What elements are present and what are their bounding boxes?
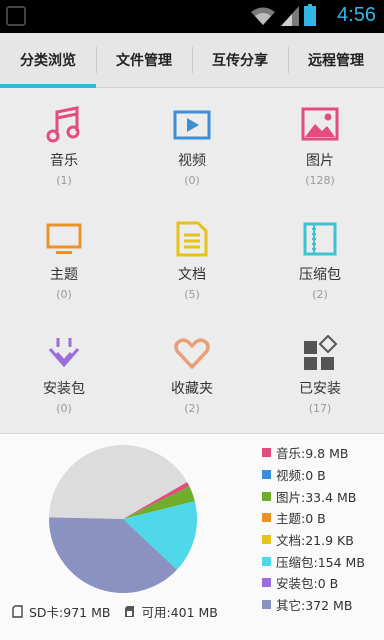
- legend-label: 压缩包:154 MB: [276, 554, 365, 570]
- category-install-package[interactable]: 安装包 (0): [0, 317, 128, 431]
- category-count: (17): [308, 402, 332, 415]
- heart-icon: [174, 338, 210, 369]
- category-count: (0): [184, 174, 200, 187]
- category-label: 主题: [50, 267, 78, 283]
- storage-free: 可用:401 MB: [141, 605, 218, 620]
- wifi-icon: [251, 7, 275, 25]
- legend-label: 其它:372 MB: [276, 598, 353, 614]
- category-label: 文档: [178, 267, 206, 283]
- category-installed-apps[interactable]: 已安装 (17): [256, 317, 384, 431]
- tab-file-manager[interactable]: 文件管理: [96, 33, 192, 87]
- legend-label: 图片:33.4 MB: [276, 489, 357, 505]
- category-grid: 音乐 (1) 视频 (0) 图片 (128) 主题 (0) 文档 (5) 压缩包…: [0, 89, 384, 431]
- monitor-icon: [46, 223, 82, 254]
- category-count: (1): [56, 174, 72, 187]
- video-icon: [173, 110, 211, 140]
- legend-label: 主题:0 B: [276, 511, 326, 527]
- storage-footer: SD卡:971 MB 可用:401 MB: [12, 602, 218, 621]
- category-favorites[interactable]: 收藏夹 (2): [128, 317, 256, 431]
- category-count: (0): [56, 288, 72, 301]
- legend-swatch: [262, 491, 271, 501]
- category-label: 压缩包: [299, 267, 341, 283]
- category-count: (2): [312, 288, 328, 301]
- category-label: 图片: [306, 153, 334, 169]
- sd-card-icon: [12, 605, 23, 618]
- tab-remote-manager[interactable]: 远程管理: [288, 33, 384, 87]
- legend-item: 视频:0 B: [262, 464, 365, 486]
- category-count: (2): [184, 402, 200, 415]
- tab-transfer-share[interactable]: 互传分享: [192, 33, 288, 87]
- document-icon: [176, 221, 208, 257]
- category-label: 收藏夹: [171, 381, 213, 397]
- category-music[interactable]: 音乐 (1): [0, 89, 128, 203]
- legend-swatch: [262, 535, 271, 545]
- tab-category-browse[interactable]: 分类浏览: [0, 33, 96, 88]
- legend-item: 安装包:0 B: [262, 572, 365, 594]
- music-note-icon: [46, 106, 80, 143]
- legend-swatch: [262, 448, 271, 458]
- storage-legend: 音乐:9.8 MB 视频:0 B 图片:33.4 MB 主题:0 B 文档:21…: [262, 442, 365, 616]
- status-time: 4:56: [337, 4, 376, 26]
- legend-swatch: [262, 556, 271, 566]
- battery-icon: [304, 4, 316, 26]
- storage-free-icon: [125, 606, 135, 617]
- category-picture[interactable]: 图片 (128): [256, 89, 384, 203]
- legend-label: 文档:21.9 KB: [276, 533, 354, 549]
- apps-grid-icon: [304, 335, 338, 370]
- category-video[interactable]: 视频 (0): [128, 89, 256, 203]
- category-count: (5): [184, 288, 200, 301]
- status-bar: 4:56: [0, 0, 384, 33]
- legend-item: 图片:33.4 MB: [262, 485, 365, 507]
- notification-icon: [6, 6, 26, 26]
- legend-item: 压缩包:154 MB: [262, 550, 365, 572]
- storage-panel: 音乐:9.8 MB 视频:0 B 图片:33.4 MB 主题:0 B 文档:21…: [0, 433, 384, 640]
- category-label: 视频: [178, 153, 206, 169]
- cell-signal-icon: [281, 6, 299, 26]
- category-archive[interactable]: 压缩包 (2): [256, 203, 384, 317]
- legend-item: 主题:0 B: [262, 507, 365, 529]
- category-count: (128): [305, 174, 335, 187]
- tab-bar: 分类浏览 文件管理 互传分享 远程管理: [0, 33, 384, 88]
- picture-icon: [301, 107, 339, 141]
- category-label: 音乐: [50, 153, 78, 169]
- legend-item: 音乐:9.8 MB: [262, 442, 365, 464]
- category-document[interactable]: 文档 (5): [128, 203, 256, 317]
- category-label: 安装包: [43, 381, 85, 397]
- legend-item: 其它:372 MB: [262, 594, 365, 616]
- legend-swatch: [262, 600, 271, 610]
- legend-item: 文档:21.9 KB: [262, 529, 365, 551]
- legend-label: 音乐:9.8 MB: [276, 446, 349, 462]
- sd-card-total: SD卡:971 MB: [29, 605, 111, 620]
- category-label: 已安装: [299, 381, 341, 397]
- legend-label: 视频:0 B: [276, 468, 326, 484]
- legend-swatch: [262, 470, 271, 480]
- storage-pie-chart: [48, 444, 197, 593]
- zip-archive-icon: [303, 222, 337, 256]
- legend-label: 安装包:0 B: [276, 576, 339, 592]
- install-arrow-icon: [48, 338, 80, 368]
- category-theme[interactable]: 主题 (0): [0, 203, 128, 317]
- legend-swatch: [262, 513, 271, 523]
- category-count: (0): [56, 402, 72, 415]
- legend-swatch: [262, 578, 271, 588]
